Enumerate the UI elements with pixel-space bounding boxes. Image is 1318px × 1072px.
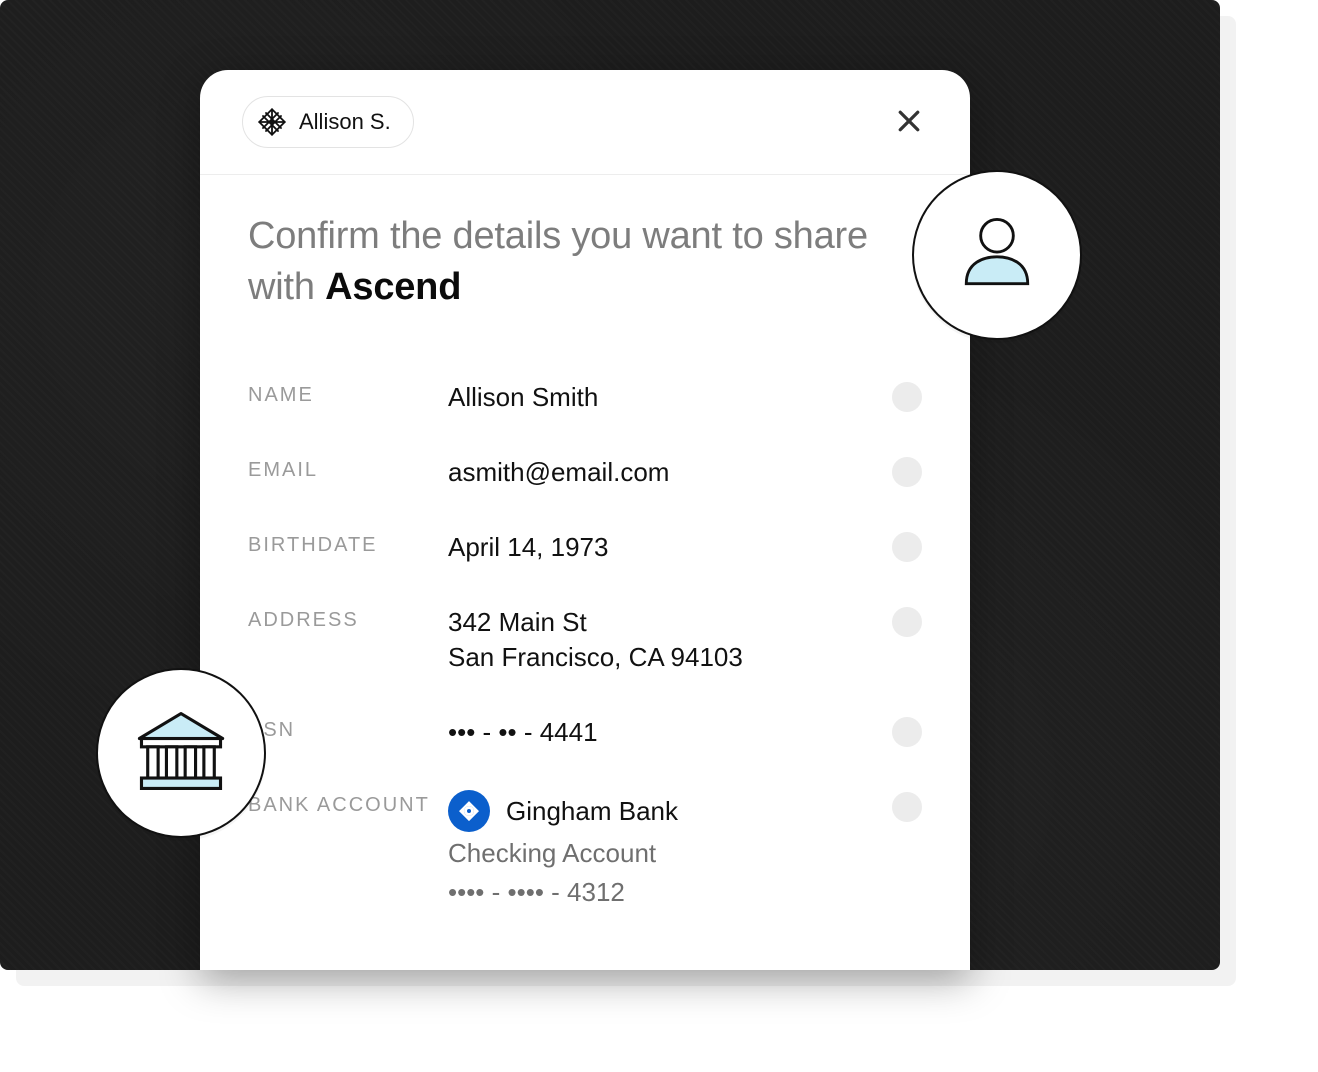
close-button[interactable]: [890, 103, 928, 141]
toggle-email[interactable]: [892, 457, 922, 487]
bank-building-icon: [129, 699, 233, 808]
row-ssn: SSN ••• - •• - 4441: [248, 695, 922, 770]
label-bank: BANK ACCOUNT: [248, 790, 448, 817]
share-details-modal: Allison S. Confirm the details you want …: [200, 70, 970, 970]
user-chip[interactable]: Allison S.: [242, 96, 414, 148]
stage-background: Allison S. Confirm the details you want …: [0, 0, 1220, 970]
value-name: Allison Smith: [448, 380, 882, 415]
label-name: NAME: [248, 380, 448, 407]
label-ssn: SSN: [248, 715, 448, 742]
toggle-name[interactable]: [892, 382, 922, 412]
bank-badge: [96, 668, 266, 838]
bank-masked-number: •••• - •••• - 4312: [448, 875, 882, 910]
toggle-birthdate[interactable]: [892, 532, 922, 562]
user-icon: [949, 205, 1045, 306]
label-address: ADDRESS: [248, 605, 448, 632]
label-email: EMAIL: [248, 455, 448, 482]
bank-name: Gingham Bank: [506, 794, 678, 829]
plaid-logo-icon: [257, 107, 287, 137]
bank-account-type: Checking Account: [448, 836, 882, 871]
row-birthdate: BIRTHDATE April 14, 1973: [248, 510, 922, 585]
modal-header: Allison S.: [200, 70, 970, 175]
value-email: asmith@email.com: [448, 455, 882, 490]
user-badge: [912, 170, 1082, 340]
row-email: EMAIL asmith@email.com: [248, 435, 922, 510]
address-line2: San Francisco, CA 94103: [448, 642, 743, 672]
bank-emblem-icon: [448, 790, 490, 832]
address-line1: 342 Main St: [448, 607, 587, 637]
heading-brand: Ascend: [325, 266, 461, 308]
toggle-address[interactable]: [892, 607, 922, 637]
row-name: NAME Allison Smith: [248, 360, 922, 435]
details-list: NAME Allison Smith EMAIL asmith@email.co…: [248, 360, 922, 931]
toggle-bank[interactable]: [892, 792, 922, 822]
value-bank: Gingham Bank Checking Account •••• - •••…: [448, 790, 882, 910]
value-address: 342 Main St San Francisco, CA 94103: [448, 605, 882, 675]
row-address: ADDRESS 342 Main St San Francisco, CA 94…: [248, 585, 922, 695]
label-birthdate: BIRTHDATE: [248, 530, 448, 557]
value-birthdate: April 14, 1973: [448, 530, 882, 565]
bank-header-line: Gingham Bank: [448, 790, 882, 832]
toggle-ssn[interactable]: [892, 717, 922, 747]
page-title: Confirm the details you want to share wi…: [248, 211, 922, 314]
user-chip-name: Allison S.: [299, 109, 391, 135]
close-icon: [894, 106, 924, 139]
modal-body: Confirm the details you want to share wi…: [200, 175, 970, 930]
value-ssn: ••• - •• - 4441: [448, 715, 882, 750]
row-bank: BANK ACCOUNT Gingham Bank Checking Accou…: [248, 770, 922, 930]
